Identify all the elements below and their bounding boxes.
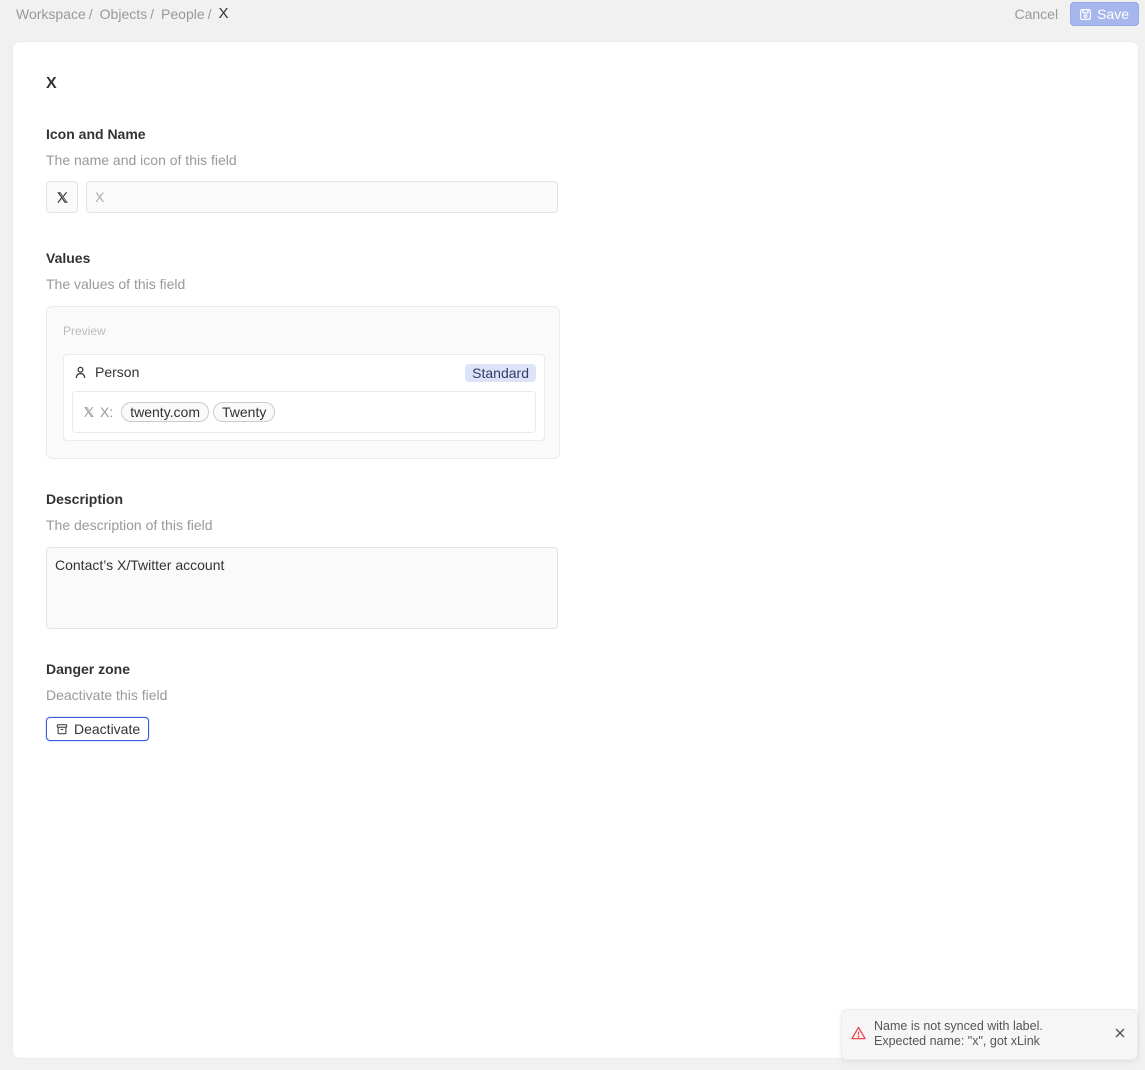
settings-panel: X Icon and Name The name and icon of thi… xyxy=(12,41,1139,1059)
page-title: X xyxy=(46,75,57,92)
section-description: The values of this field xyxy=(46,276,186,292)
link-chip[interactable]: Twenty xyxy=(213,402,276,422)
breadcrumb-separator: / xyxy=(88,5,93,22)
breadcrumb-people[interactable]: People xyxy=(161,6,205,22)
breadcrumb-separator: / xyxy=(150,5,155,22)
icon-picker-button[interactable] xyxy=(46,181,78,213)
error-toast: Name is not synced with label. Expected … xyxy=(841,1009,1138,1060)
warning-triangle-icon xyxy=(851,1026,866,1040)
toast-line: Expected name: "x", got xLink xyxy=(874,1034,1040,1048)
section-title: Icon and Name xyxy=(46,126,146,142)
section-description: The description of this field xyxy=(46,517,213,533)
toast-close-button[interactable] xyxy=(1115,1026,1125,1041)
icon-name-row xyxy=(46,181,558,213)
values-section: Values The values of this field xyxy=(46,250,185,292)
record-field-x: X: twenty.com Twenty xyxy=(72,391,536,433)
toast-message: Name is not synced with label. Expected … xyxy=(874,1019,1043,1049)
preview-label: Preview xyxy=(63,324,106,338)
breadcrumb: Workspace / Objects / People / X xyxy=(16,5,229,22)
x-logo-icon xyxy=(56,191,68,203)
breadcrumb-workspace[interactable]: Workspace xyxy=(16,6,86,22)
section-description: Deactivate this field xyxy=(46,687,168,703)
top-bar: Workspace / Objects / People / X Cancel Sav… xyxy=(0,0,1145,30)
section-title: Values xyxy=(46,250,91,266)
deactivate-label: Deactivate xyxy=(74,721,141,737)
record-object-name: Person xyxy=(95,364,140,380)
save-icon xyxy=(1080,8,1092,20)
link-chip[interactable]: twenty.com xyxy=(121,402,209,422)
field-name-input[interactable] xyxy=(86,181,558,213)
section-description: The name and icon of this field xyxy=(46,152,237,168)
icon-and-name-section: Icon and Name The name and icon of this … xyxy=(46,126,237,168)
breadcrumb-separator: / xyxy=(207,5,212,22)
toast-line: Name is not synced with label. xyxy=(874,1019,1043,1033)
description-section: Description The description of this fiel… xyxy=(46,491,213,533)
description-textarea[interactable]: Contact’s X/Twitter account xyxy=(46,547,558,629)
field-label: X: xyxy=(83,404,113,420)
field-label-text: X: xyxy=(100,404,114,420)
values-preview: Preview Person Standard X: twenty.com Tw… xyxy=(46,306,560,459)
record-preview-card: Person Standard X: twenty.com Twenty xyxy=(63,354,545,441)
section-title: Danger zone xyxy=(46,661,131,677)
archive-icon xyxy=(56,724,68,735)
breadcrumb-current: X xyxy=(218,5,229,22)
standard-badge: Standard xyxy=(465,364,536,382)
section-title: Description xyxy=(46,491,124,507)
person-icon xyxy=(75,366,86,378)
deactivate-button[interactable]: Deactivate xyxy=(46,717,150,741)
record-header: Person xyxy=(75,364,139,380)
top-actions: Cancel Save xyxy=(1014,2,1139,26)
danger-zone-section: Danger zone Deactivate this field xyxy=(46,661,167,703)
x-logo-icon xyxy=(84,407,94,417)
breadcrumb-objects[interactable]: Objects xyxy=(100,6,147,22)
save-label: Save xyxy=(1097,6,1129,22)
save-button[interactable]: Save xyxy=(1070,2,1139,26)
close-icon xyxy=(1115,1028,1125,1038)
cancel-button[interactable]: Cancel xyxy=(1014,2,1058,26)
